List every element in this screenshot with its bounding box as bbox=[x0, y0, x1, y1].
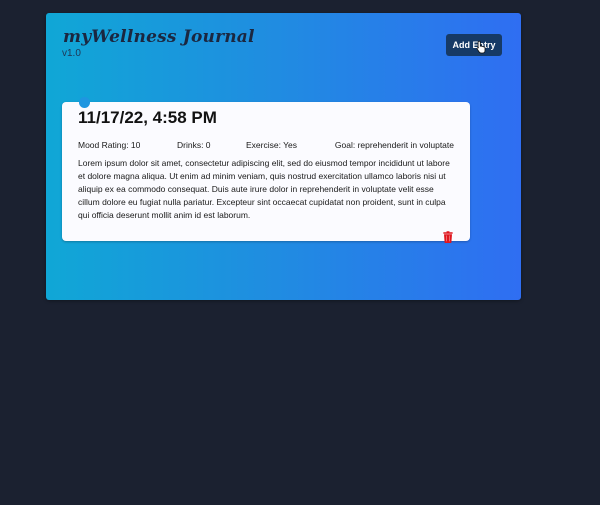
app-version: v1.0 bbox=[62, 48, 81, 59]
add-entry-button[interactable]: Add Entry bbox=[446, 34, 502, 56]
entry-text: Lorem ipsum dolor sit amet, consectetur … bbox=[78, 158, 450, 220]
delete-entry-button[interactable] bbox=[443, 231, 453, 243]
journal-entry-card: 11/17/22, 4:58 PM Mood Rating: 10 Drinks… bbox=[62, 97, 470, 243]
drinks-count: Drinks: 0 bbox=[177, 140, 211, 150]
entry-datetime: 11/17/22, 4:58 PM bbox=[78, 108, 217, 127]
entry-stats-row: Mood Rating: 10 Drinks: 0 Exercise: Yes … bbox=[78, 139, 454, 151]
exercise-status: Exercise: Yes bbox=[246, 140, 298, 150]
pointer-cursor-icon bbox=[476, 40, 486, 54]
journal-panel: myWellness Journal v1.0 Add Entry 11/17/… bbox=[46, 13, 521, 300]
app-title: myWellness Journal bbox=[63, 27, 255, 47]
goal-text: Goal: reprehenderit in voluptate bbox=[334, 140, 454, 150]
trash-icon bbox=[443, 231, 453, 243]
entry-marker-dot bbox=[79, 97, 90, 108]
mood-rating: Mood Rating: 10 bbox=[78, 140, 141, 150]
